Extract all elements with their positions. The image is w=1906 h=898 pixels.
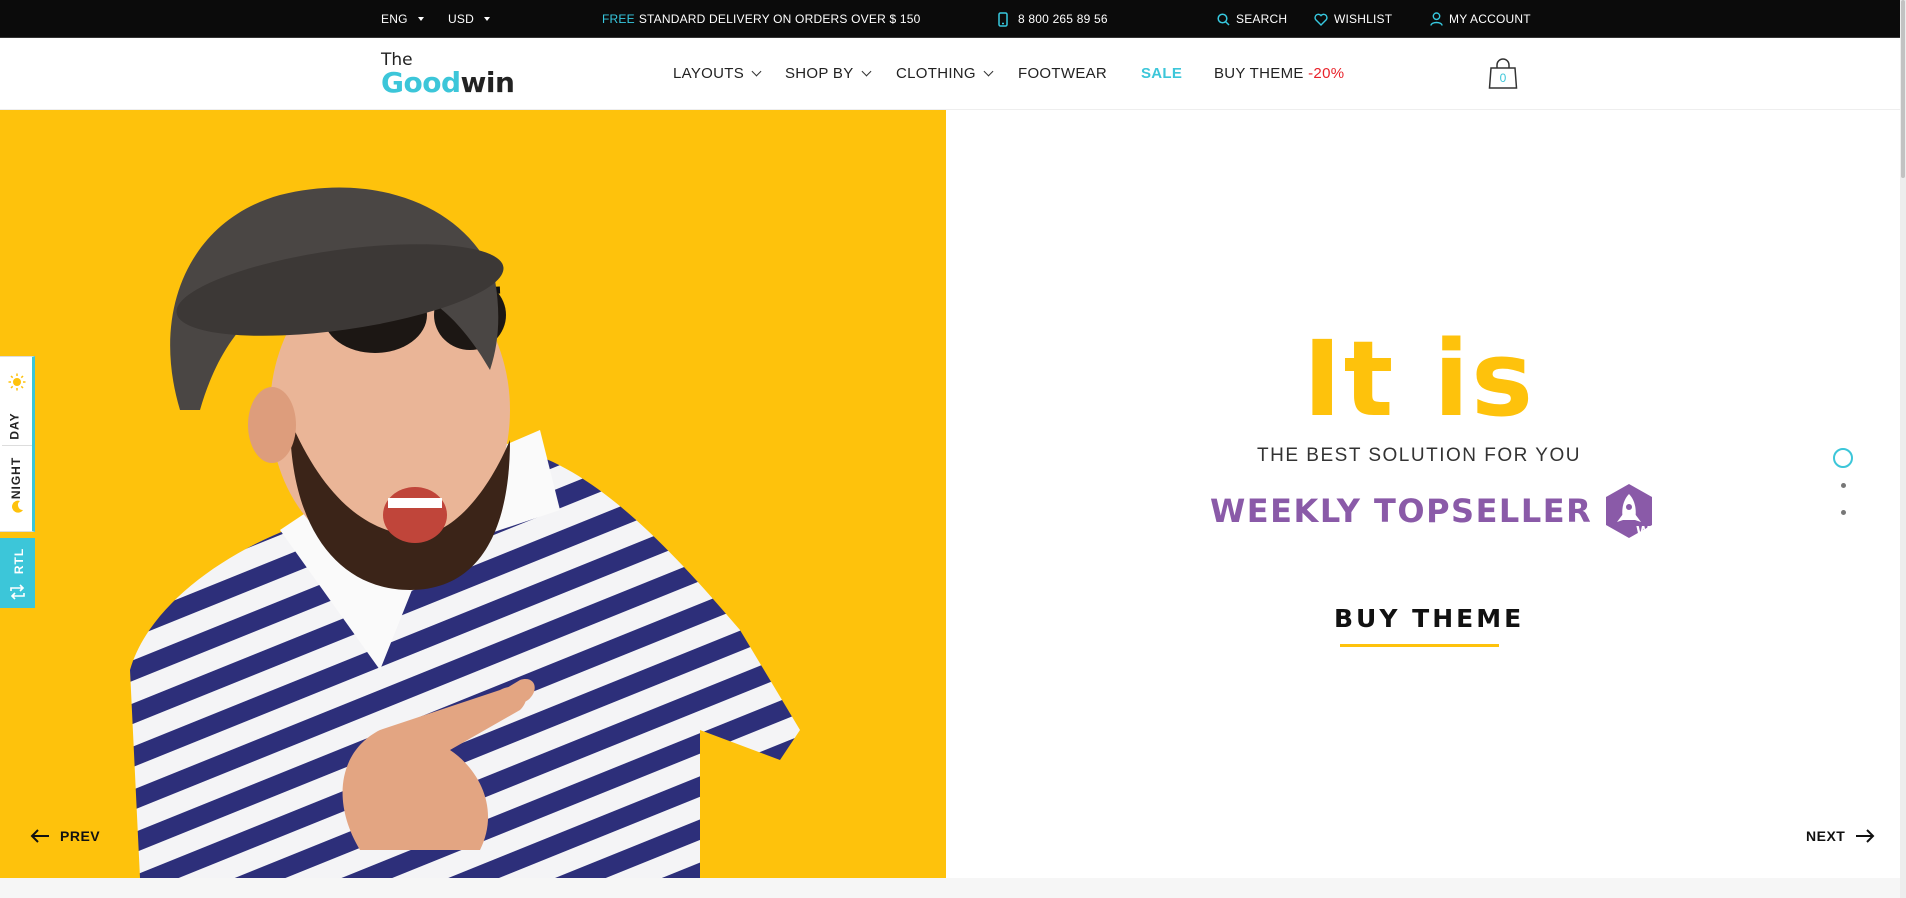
next-label: NEXT [1806, 828, 1846, 844]
logo[interactable]: The Goodwin [381, 52, 515, 99]
rtl-label: RTL [12, 547, 27, 575]
rocket-badge-icon: W [1606, 484, 1653, 540]
slide-dot-3[interactable] [1841, 510, 1846, 515]
nav-buy-theme-label: BUY THEME [1214, 65, 1304, 82]
currency-selector[interactable]: USD [448, 0, 490, 38]
promo-free: FREE [602, 12, 635, 26]
search-label: SEARCH [1236, 12, 1288, 26]
hero-subtitle: THE BEST SOLUTION FOR YOU [1257, 445, 1581, 466]
nav-shop-by[interactable]: SHOP BY [785, 65, 871, 82]
search-icon [1217, 12, 1230, 26]
day-label: DAY [7, 412, 22, 440]
phone-link[interactable]: 8 800 265 89 56 [998, 0, 1108, 38]
chevron-down-icon [751, 66, 762, 77]
language-label: ENG [381, 12, 408, 26]
prev-slide-button[interactable]: PREV [30, 828, 100, 844]
language-selector[interactable]: ENG [381, 0, 424, 38]
promo-text: STANDARD DELIVERY ON ORDERS OVER $ 150 [638, 12, 921, 26]
wishlist-label: WISHLIST [1334, 12, 1393, 26]
nav-sale[interactable]: SALE [1141, 65, 1182, 82]
slide-dot-1[interactable] [1833, 448, 1853, 468]
hero-headline: It is [1302, 318, 1536, 440]
next-slide-button[interactable]: NEXT [1806, 828, 1875, 844]
nav-footwear[interactable]: FOOTWEAR [1018, 65, 1107, 82]
account-label: MY ACCOUNT [1449, 12, 1531, 26]
wishlist-link[interactable]: WISHLIST [1314, 0, 1392, 38]
account-link[interactable]: MY ACCOUNT [1430, 0, 1531, 38]
promo-banner: FREE STANDARD DELIVERY ON ORDERS OVER $ … [602, 0, 921, 38]
phone-number: 8 800 265 89 56 [1018, 12, 1108, 26]
currency-label: USD [448, 12, 474, 26]
moon-icon [12, 500, 23, 513]
main-header: The Goodwin LAYOUTS SHOP BY CLOTHING FOO… [0, 38, 1906, 110]
arrow-right-icon [1856, 829, 1875, 843]
caret-down-icon [417, 17, 424, 21]
user-icon [1430, 12, 1443, 26]
nav-clothing[interactable]: CLOTHING [896, 65, 994, 82]
discount-badge: -20% [1308, 65, 1345, 82]
caret-down-icon [483, 17, 490, 21]
svg-text:W: W [1636, 525, 1650, 540]
nav-clothing-label: CLOTHING [896, 65, 976, 82]
day-night-toggle[interactable]: DAY NIGHT [0, 356, 35, 532]
night-label: NIGHT [9, 456, 24, 500]
page-scrollbar[interactable] [1900, 0, 1906, 898]
weekly-topseller-label: WEEKLY TOPSELLER [1210, 492, 1593, 530]
rtl-toggle[interactable]: RTL [0, 538, 35, 608]
hero-portrait-illustration [130, 187, 800, 878]
weekly-topseller: WEEKLY TOPSELLER W [1210, 482, 1656, 540]
page: ENG USD FREE STANDARD DELIVERY ON ORDERS… [0, 0, 1906, 898]
sun-icon [8, 373, 26, 391]
prev-label: PREV [60, 828, 101, 844]
cart-button[interactable]: 0 [1488, 58, 1518, 90]
cart-count: 0 [1499, 71, 1507, 85]
logo-win: win [460, 66, 515, 99]
heart-icon [1314, 13, 1328, 26]
switcher-divider [2, 445, 32, 446]
top-bar: ENG USD FREE STANDARD DELIVERY ON ORDERS… [0, 0, 1906, 38]
search-link[interactable]: SEARCH [1217, 0, 1287, 38]
nav-sale-label: SALE [1141, 65, 1183, 82]
buy-theme-button[interactable]: BUY THEME [1334, 604, 1524, 633]
logo-good: Good [381, 66, 461, 99]
buy-theme-underline [1340, 644, 1499, 647]
nav-shop-by-label: SHOP BY [785, 65, 854, 82]
swap-arrows-icon [10, 584, 25, 600]
chevron-down-icon [983, 66, 994, 77]
arrow-left-icon [30, 829, 49, 843]
slide-dot-2[interactable] [1841, 483, 1846, 488]
chevron-down-icon [861, 66, 871, 77]
nav-buy-theme[interactable]: BUY THEME -20% [1214, 65, 1344, 82]
hero-image [0, 110, 946, 878]
nav-footwear-label: FOOTWEAR [1018, 65, 1108, 82]
phone-icon [998, 11, 1008, 27]
nav-layouts[interactable]: LAYOUTS [673, 65, 762, 82]
scrollbar-thumb[interactable] [1901, 0, 1905, 178]
nav-layouts-label: LAYOUTS [673, 65, 745, 82]
